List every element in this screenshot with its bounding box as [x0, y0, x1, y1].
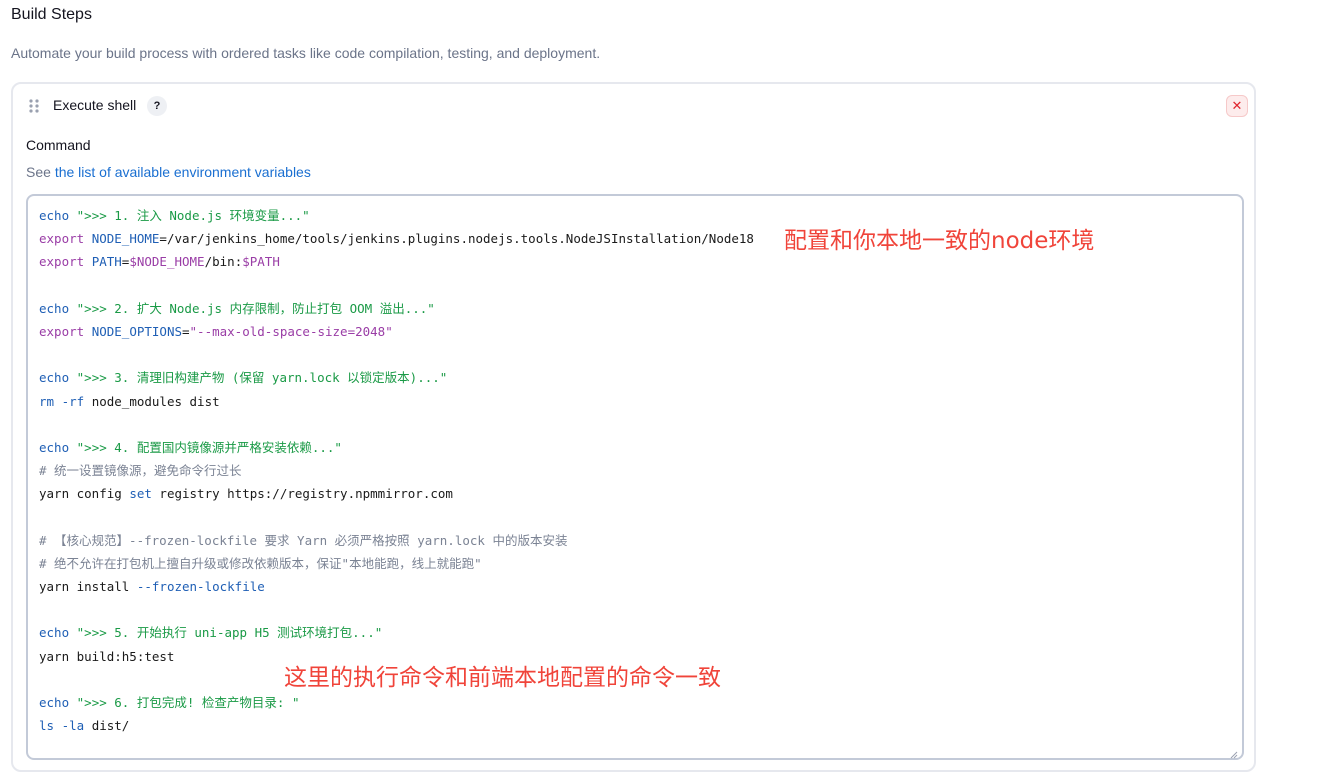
- code-token: =/var/jenkins_home/tools/jenkins.plugins…: [159, 231, 754, 247]
- code-line: export NODE_HOME=/var/jenkins_home/tools…: [39, 227, 754, 250]
- section-title: Build Steps: [11, 6, 92, 23]
- code-token: NODE_HOME: [91, 231, 160, 247]
- code-token: echo: [39, 694, 77, 710]
- code-line: # 统一设置镜像源，避免命令行过长: [39, 459, 754, 482]
- code-token: # 【核心规范】--frozen-lockfile 要求 Yarn 必须严格按照…: [39, 532, 568, 548]
- code-token: "--max-old-space-size=2048": [189, 323, 393, 339]
- code-line: export NODE_OPTIONS="--max-old-space-siz…: [39, 320, 754, 343]
- close-icon[interactable]: ✕: [1226, 95, 1248, 117]
- drag-handle-icon[interactable]: [28, 98, 40, 114]
- code-token: yarn build:h5:test: [39, 648, 175, 664]
- code-line: echo ">>> 4. 配置国内镜像源并严格安装依赖...": [39, 436, 754, 459]
- help-icon[interactable]: ?: [147, 96, 167, 116]
- code-token: yarn install: [39, 579, 137, 594]
- code-token: -rf: [61, 393, 92, 409]
- code-line: yarn config set registry https://registr…: [39, 482, 754, 505]
- code-token: ">>> 4. 配置国内镜像源并严格安装依赖...": [76, 439, 342, 455]
- code-token: # 统一设置镜像源，避免命令行过长: [39, 463, 242, 479]
- code-token: -la: [61, 718, 92, 734]
- code-token: export: [39, 323, 92, 339]
- code-token: echo: [39, 208, 77, 223]
- code-line: export PATH=$NODE_HOME/bin:$PATH: [39, 250, 754, 273]
- code-token: dist/: [91, 718, 130, 734]
- code-line: # 绝不允许在打包机上擅自升级或修改依赖版本，保证"本地能跑，线上就能跑": [39, 552, 754, 575]
- code-token: PATH: [91, 254, 122, 270]
- code-token: --frozen-lockfile: [136, 579, 265, 594]
- code-line: echo ">>> 1. 注入 Node.js 环境变量...": [39, 204, 754, 227]
- code-token: echo: [39, 370, 77, 386]
- code-token: set: [129, 486, 160, 502]
- resize-grip-icon[interactable]: [1230, 746, 1238, 759]
- code-token: ">>> 5. 开始执行 uni-app H5 测试环境打包...": [76, 625, 383, 641]
- code-line: echo ">>> 2. 扩大 Node.js 内存限制，防止打包 OOM 溢出…: [39, 297, 754, 320]
- code-token: ">>> 6. 打包完成! 检查产物目录: ": [76, 694, 300, 710]
- annotation-build-command: 这里的执行命令和前端本地配置的命令一致: [284, 665, 721, 691]
- code-token: echo: [39, 300, 77, 316]
- code-token: echo: [39, 439, 77, 455]
- code-line: yarn install --frozen-lockfile: [39, 575, 754, 598]
- env-vars-link[interactable]: the list of available environment variab…: [55, 164, 311, 180]
- code-token: registry https://registry.npmmirror.com: [159, 486, 453, 502]
- code-line: echo ">>> 3. 清理旧构建产物 (保留 yarn.lock 以锁定版本…: [39, 366, 754, 389]
- code-token: ">>> 1. 注入 Node.js 环境变量...": [76, 208, 310, 223]
- code-line: ls -la dist/: [39, 714, 754, 737]
- section-description: Automate your build process with ordered…: [11, 45, 601, 61]
- step-title: Execute shell: [53, 97, 137, 113]
- code-line: rm -rf node_modules dist: [39, 390, 754, 413]
- annotation-node-env: 配置和你本地一致的node环境: [784, 228, 1095, 254]
- code-line: echo ">>> 5. 开始执行 uni-app H5 测试环境打包...": [39, 621, 754, 644]
- code-token: yarn config: [39, 486, 130, 502]
- code-token: export: [39, 254, 92, 270]
- code-token: NODE_OPTIONS: [91, 323, 182, 339]
- code-token: rm: [39, 393, 62, 409]
- code-token: # 绝不允许在打包机上擅自升级或修改依赖版本，保证"本地能跑，线上就能跑": [39, 555, 482, 571]
- code-token: ">>> 2. 扩大 Node.js 内存限制，防止打包 OOM 溢出...": [76, 300, 435, 316]
- code-token: echo: [39, 625, 77, 641]
- code-token: /bin:: [204, 254, 243, 270]
- env-vars-hint: See the list of available environment va…: [26, 164, 311, 180]
- code-line: echo ">>> 6. 打包完成! 检查产物目录: ": [39, 691, 754, 714]
- code-token: =: [182, 323, 190, 339]
- code-token: $PATH: [242, 254, 280, 270]
- env-vars-prefix: See: [26, 164, 55, 180]
- code-token: $NODE_HOME: [129, 254, 205, 270]
- code-token: export: [39, 231, 92, 247]
- code-token: ls: [39, 718, 62, 734]
- code-line: # 【核心规范】--frozen-lockfile 要求 Yarn 必须严格按照…: [39, 529, 754, 552]
- code-token: ">>> 3. 清理旧构建产物 (保留 yarn.lock 以锁定版本)...": [76, 370, 448, 386]
- code-token: node_modules dist: [91, 393, 220, 409]
- command-label: Command: [26, 137, 91, 153]
